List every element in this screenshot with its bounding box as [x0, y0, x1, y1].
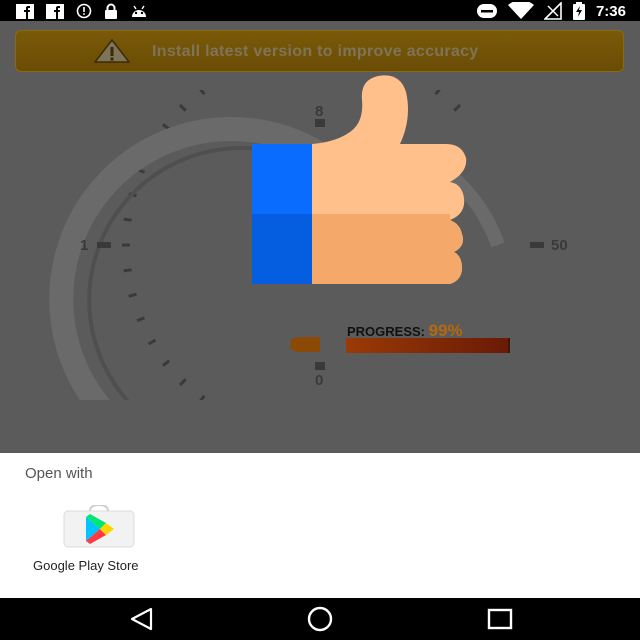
gauge-tick: [136, 316, 146, 323]
gauge-tick-left: [97, 242, 111, 248]
banner-text: Install latest version to improve accura…: [152, 43, 479, 60]
gauge-tick: [128, 292, 137, 298]
gauge-tick-right: [530, 242, 544, 248]
gauge-needle-cap: [290, 337, 320, 352]
progress-bar-fill: [346, 338, 509, 353]
back-icon[interactable]: [127, 606, 157, 632]
app-option-google-play-store[interactable]: Google Play Store: [30, 503, 170, 575]
facebook-icon: [46, 3, 64, 19]
warning-icon: [94, 39, 130, 63]
navigation-bar: [0, 598, 640, 640]
lock-icon: [105, 3, 117, 19]
update-banner[interactable]: Install latest version to improve accura…: [15, 30, 624, 72]
gauge-tick-bottom: [315, 362, 325, 370]
gauge-tick: [123, 217, 132, 222]
signal-icon: [543, 2, 562, 20]
home-icon[interactable]: [305, 606, 335, 632]
gauge-tick: [162, 359, 171, 367]
gauge-tick: [199, 394, 206, 400]
gauge-tick: [178, 378, 187, 387]
thumbs-up-icon: [252, 75, 467, 284]
facebook-icon: [16, 3, 34, 19]
battery-charging-icon: [572, 2, 585, 20]
tick-label-left: 1: [80, 237, 89, 254]
tick-label-right: 50: [551, 237, 568, 254]
do-not-disturb-icon: [476, 4, 497, 18]
progress-label-text: PROGRESS:: [347, 324, 426, 339]
gauge-tick: [199, 90, 206, 96]
gauge-tick: [178, 103, 187, 112]
alert-circle-icon: [76, 3, 92, 19]
google-play-store-icon: [63, 505, 135, 548]
progress-bar-track: [346, 338, 510, 353]
recents-icon[interactable]: [485, 606, 515, 632]
gauge-tick: [123, 268, 132, 273]
gauge-tick: [147, 338, 157, 346]
app-option-label: Google Play Store: [33, 558, 139, 573]
tick-label-bottom: 0: [315, 372, 324, 389]
android-icon: [132, 5, 146, 17]
status-time: 7:36: [595, 2, 626, 20]
open-with-sheet: Open with Google Play Store: [0, 453, 640, 598]
wifi-icon: [507, 2, 534, 19]
status-bar: 7:36: [0, 0, 640, 21]
sheet-title: Open with: [25, 465, 93, 482]
